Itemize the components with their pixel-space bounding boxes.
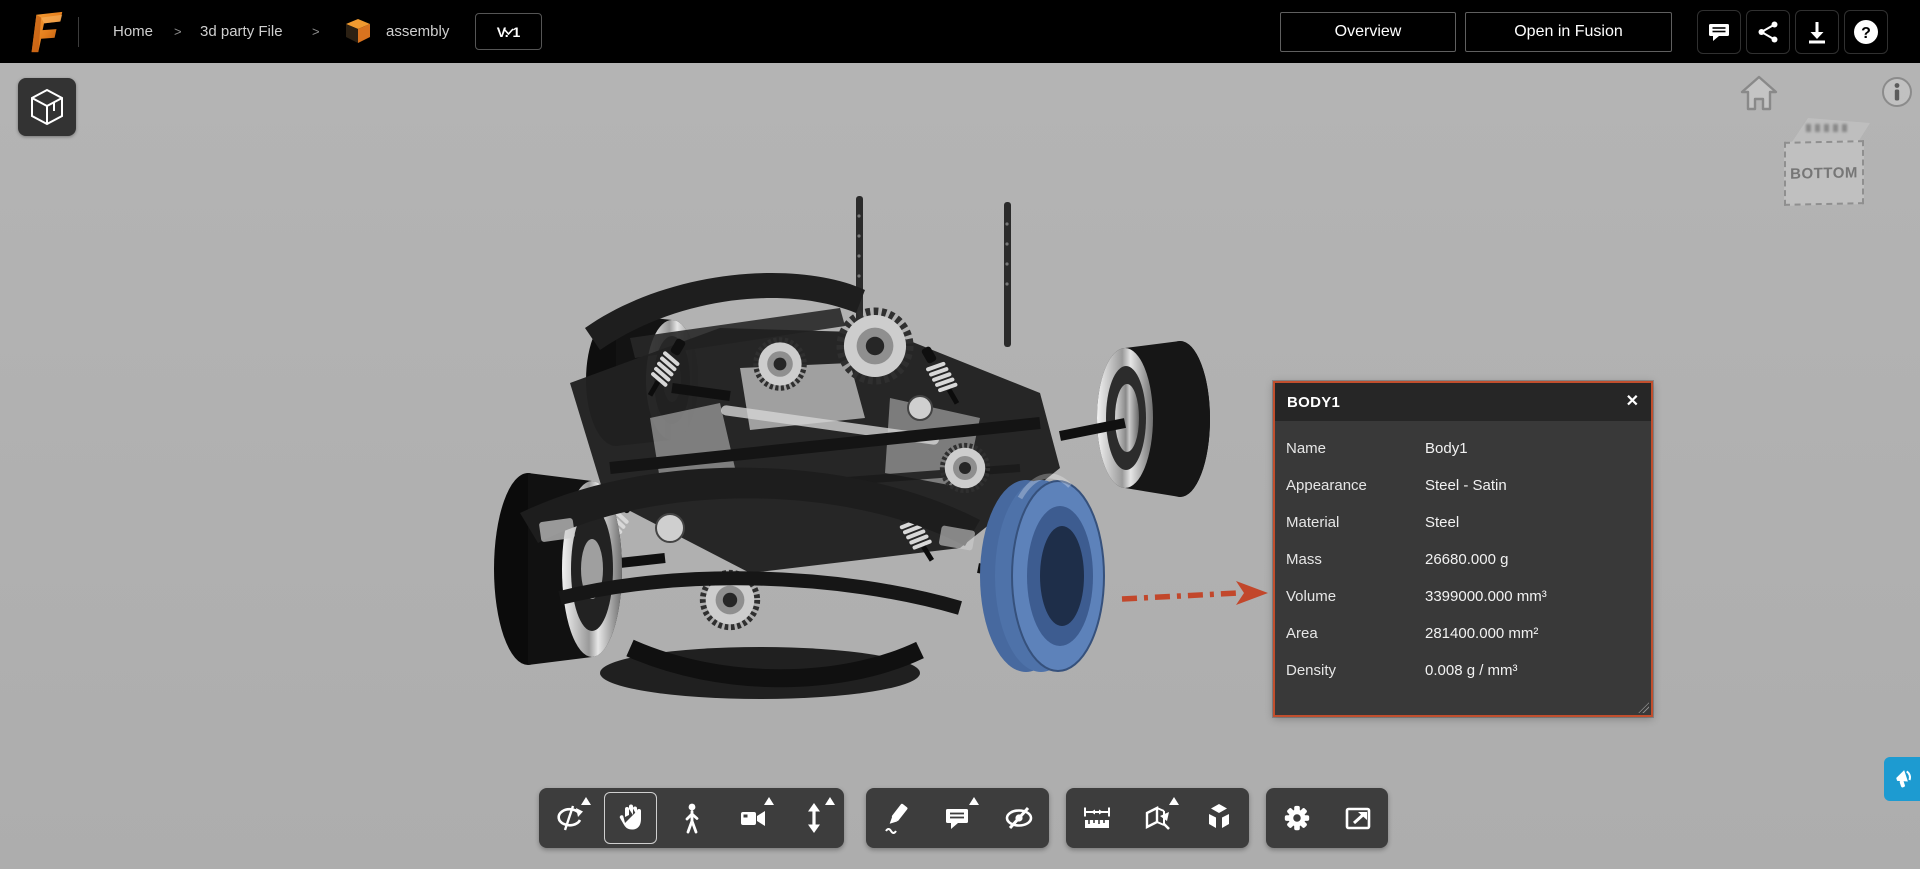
property-label: Area [1275, 625, 1425, 642]
breadcrumb-folder[interactable]: 3d party File [200, 0, 283, 63]
close-icon[interactable]: ✕ [1626, 394, 1639, 410]
eye-slash-icon [1003, 803, 1035, 833]
property-label: Name [1275, 440, 1425, 457]
zoom-tool-button[interactable] [783, 788, 844, 848]
model-viewport[interactable]: BOTTOM BODY1 ✕ NameBody1 AppearanceSteel… [0, 63, 1920, 869]
property-label: Density [1275, 662, 1425, 679]
help-button[interactable]: ? [1844, 10, 1888, 54]
feedback-button[interactable] [1884, 757, 1920, 801]
section-tool-button[interactable] [1127, 788, 1188, 848]
property-value: 3399000.000 mm³ [1425, 588, 1651, 605]
breadcrumb-file[interactable]: assembly [386, 0, 449, 63]
section-box-icon [1142, 802, 1174, 834]
version-dropdown[interactable]: V. 1 [475, 13, 542, 50]
markup-tool-button[interactable] [866, 788, 927, 848]
flyout-indicator-icon [764, 797, 774, 805]
toolbar-navigation-group [539, 788, 844, 848]
orbit-tool-button[interactable] [539, 788, 600, 848]
pan-tool-button[interactable] [600, 788, 661, 848]
walk-tool-button[interactable] [661, 788, 722, 848]
info-icon[interactable] [1880, 75, 1914, 109]
megaphone-icon [1893, 766, 1919, 792]
toolbar-settings-group [1266, 788, 1388, 848]
share-icon [1755, 19, 1781, 45]
property-value: Steel [1425, 514, 1651, 531]
property-value: 0.008 g / mm³ [1425, 662, 1651, 679]
flyout-indicator-icon [1169, 797, 1179, 805]
fullscreen-button[interactable] [1327, 788, 1388, 848]
measure-tool-button[interactable] [1066, 788, 1127, 848]
open-in-fusion-button[interactable]: Open in Fusion [1465, 12, 1672, 52]
measure-ruler-icon [1081, 803, 1113, 833]
fullscreen-icon [1343, 803, 1373, 833]
explode-cube-icon [1204, 802, 1234, 834]
overview-button[interactable]: Overview [1280, 12, 1456, 52]
gear-icon [1282, 803, 1312, 833]
properties-panel-header[interactable]: BODY1 ✕ [1275, 383, 1651, 421]
hide-tool-button[interactable] [988, 788, 1049, 848]
help-icon: ? [1852, 18, 1880, 46]
fusion-logo[interactable] [22, 9, 68, 55]
breadcrumb-separator-icon: > [174, 0, 182, 63]
flyout-indicator-icon [969, 797, 979, 805]
pencil-markup-icon [882, 802, 912, 834]
property-value: Steel - Satin [1425, 477, 1651, 494]
comment-button[interactable] [1697, 10, 1741, 54]
share-button[interactable] [1746, 10, 1790, 54]
breadcrumb-separator-icon: > [312, 0, 320, 63]
flyout-indicator-icon [825, 797, 835, 805]
version-label: V. 1 [497, 24, 521, 40]
camera-icon [737, 803, 769, 833]
property-label: Material [1275, 514, 1425, 531]
property-row: Volume3399000.000 mm³ [1275, 578, 1651, 615]
comment-bubble-icon [943, 803, 973, 833]
breadcrumb-home[interactable]: Home [113, 0, 153, 63]
property-row: Density0.008 g / mm³ [1275, 652, 1651, 689]
view-cube-front-face[interactable]: BOTTOM [1784, 140, 1864, 206]
property-row: AppearanceSteel - Satin [1275, 467, 1651, 504]
topbar-divider [78, 17, 79, 47]
property-value: 281400.000 mm² [1425, 625, 1651, 642]
toolbar-markup-group [866, 788, 1049, 848]
property-value: 26680.000 g [1425, 551, 1651, 568]
property-label: Volume [1275, 588, 1425, 605]
pan-hand-icon [616, 802, 646, 834]
flyout-indicator-icon [581, 797, 591, 805]
comment-icon [1706, 19, 1732, 45]
selected-body1-wheel[interactable] [980, 476, 1104, 672]
download-icon [1804, 19, 1830, 45]
settings-button[interactable] [1266, 788, 1327, 848]
toolbar-inspect-group [1066, 788, 1249, 848]
property-label: Appearance [1275, 477, 1425, 494]
home-icon[interactable] [1738, 73, 1780, 113]
properties-rows: NameBody1 AppearanceSteel - Satin Materi… [1275, 421, 1651, 689]
wheel-rear-right[interactable] [1097, 341, 1210, 497]
property-row: Area281400.000 mm² [1275, 615, 1651, 652]
property-row: MaterialSteel [1275, 504, 1651, 541]
cube-icon [28, 87, 66, 127]
comment-tool-button[interactable] [927, 788, 988, 848]
model-canvas[interactable] [420, 168, 1210, 728]
panel-title: BODY1 [1287, 394, 1340, 411]
assembly-file-icon [343, 16, 373, 46]
property-row: Mass26680.000 g [1275, 541, 1651, 578]
camera-tool-button[interactable] [722, 788, 783, 848]
top-bar: Home > 3d party File > assembly V. 1 Ove… [0, 0, 1920, 63]
orbit-icon [554, 802, 586, 834]
property-row: NameBody1 [1275, 430, 1651, 467]
model-browser-button[interactable] [18, 78, 76, 136]
property-label: Mass [1275, 551, 1425, 568]
walk-person-icon [678, 802, 706, 834]
explode-tool-button[interactable] [1188, 788, 1249, 848]
svg-text:?: ? [1861, 25, 1871, 42]
property-value: Body1 [1425, 440, 1651, 457]
properties-panel: BODY1 ✕ NameBody1 AppearanceSteel - Sati… [1273, 381, 1653, 717]
panel-resize-handle[interactable] [1638, 702, 1649, 713]
download-button[interactable] [1795, 10, 1839, 54]
view-cube[interactable]: BOTTOM [1780, 118, 1872, 210]
zoom-updown-icon [800, 802, 828, 834]
view-cube-top-smudge [1806, 124, 1850, 132]
